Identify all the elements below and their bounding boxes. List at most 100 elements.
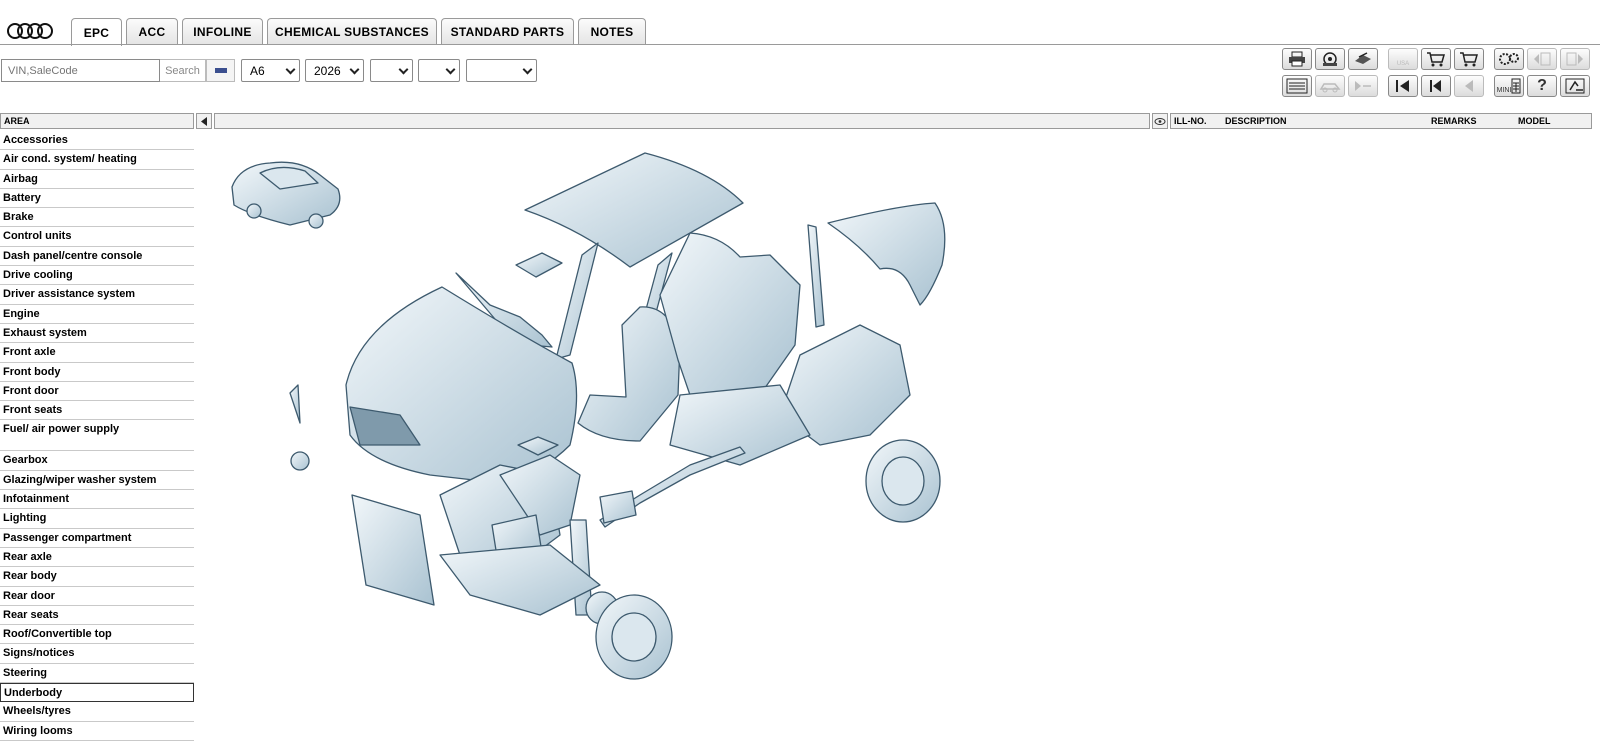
- model-select[interactable]: A6: [241, 59, 300, 82]
- area-item-infotainment[interactable]: Infotainment: [0, 490, 194, 510]
- triangle-left-icon: [200, 116, 207, 126]
- collapse-panel-button[interactable]: [196, 113, 212, 129]
- area-item-signs[interactable]: Signs/notices: [0, 644, 194, 664]
- exit-button[interactable]: [1560, 75, 1590, 97]
- area-item-air-cond[interactable]: Air cond. system/ heating: [0, 150, 194, 170]
- area-item-rear-body[interactable]: Rear body: [0, 567, 194, 587]
- exit-icon: [1565, 78, 1585, 94]
- model-header: MODEL: [1518, 116, 1551, 126]
- play-button[interactable]: [1348, 75, 1378, 97]
- exploded-vehicle-illustration[interactable]: [220, 145, 980, 705]
- area-item-front-body[interactable]: Front body: [0, 363, 194, 382]
- area-list: Accessories Air cond. system/ heating Ai…: [0, 131, 194, 741]
- flag-icon: [214, 68, 227, 73]
- vin-search-input[interactable]: [1, 59, 160, 82]
- area-item-accessories[interactable]: Accessories: [0, 131, 194, 151]
- area-item-dash-panel[interactable]: Dash panel/centre console: [0, 247, 194, 267]
- step-back-icon: [1430, 80, 1441, 92]
- back-button[interactable]: [1454, 75, 1484, 97]
- filter-select-5[interactable]: [466, 59, 537, 82]
- cd-icon: [1323, 52, 1337, 66]
- triangle-left-icon: [1465, 80, 1473, 92]
- area-item-fuel-air[interactable]: Fuel/ air power supply: [0, 420, 194, 452]
- area-item-glazing[interactable]: Glazing/wiper washer system: [0, 471, 194, 491]
- cart-add-button[interactable]: [1454, 48, 1484, 70]
- visibility-toggle[interactable]: [1152, 113, 1168, 129]
- help-button[interactable]: ?: [1527, 75, 1557, 97]
- control-unit-part: [515, 252, 563, 278]
- area-item-drive-cooling[interactable]: Drive cooling: [0, 266, 194, 286]
- search-button[interactable]: Search: [160, 59, 206, 82]
- main-tabs: EPC ACC INFOLINE CHEMICAL SUBSTANCES STA…: [71, 18, 646, 46]
- area-item-underbody[interactable]: Underbody: [0, 683, 194, 703]
- model-select-value: A6: [250, 63, 265, 78]
- vehicle-button[interactable]: [1315, 75, 1345, 97]
- tab-standard-parts[interactable]: STANDARD PARTS: [441, 18, 574, 45]
- area-item-front-seats[interactable]: Front seats: [0, 401, 194, 421]
- area-item-front-door[interactable]: Front door: [0, 382, 194, 402]
- area-item-exhaust[interactable]: Exhaust system: [0, 324, 194, 344]
- ill-no-header: ILL-NO.: [1174, 116, 1207, 126]
- tab-infoline[interactable]: INFOLINE: [182, 18, 263, 45]
- audi-logo: [7, 23, 53, 39]
- print-button[interactable]: [1282, 48, 1312, 70]
- area-item-airbag[interactable]: Airbag: [0, 170, 194, 189]
- chevron-down-icon: [398, 64, 409, 75]
- area-item-rear-door[interactable]: Rear door: [0, 587, 194, 606]
- skip-first-icon: [1396, 80, 1409, 92]
- tab-epc[interactable]: EPC: [71, 18, 122, 46]
- car-outline-icon: [1319, 83, 1341, 93]
- usa-button[interactable]: USA: [1388, 48, 1418, 70]
- next-page-button[interactable]: [1560, 48, 1590, 70]
- chevron-down-icon: [445, 64, 456, 75]
- tab-chemical-substances[interactable]: CHEMICAL SUBSTANCES: [267, 18, 437, 45]
- language-flag-button[interactable]: [206, 59, 235, 82]
- filter-select-3[interactable]: [370, 59, 413, 82]
- side-mirror: [289, 384, 301, 424]
- transfer-icon: [1355, 52, 1371, 64]
- area-item-driver-assistance[interactable]: Driver assistance system: [0, 285, 194, 305]
- area-column-header: AREA: [0, 113, 194, 129]
- back-step-button[interactable]: [1421, 75, 1451, 97]
- mini-calculator-button[interactable]: MINI: [1494, 75, 1524, 97]
- area-item-battery[interactable]: Battery: [0, 189, 194, 209]
- list-view-button[interactable]: [1282, 75, 1312, 97]
- chevron-down-icon: [349, 64, 360, 75]
- top-bar: EPC ACC INFOLINE CHEMICAL SUBSTANCES STA…: [0, 0, 1600, 46]
- tab-divider: [0, 44, 1600, 45]
- area-item-rear-axle[interactable]: Rear axle: [0, 548, 194, 568]
- illustration-header: [214, 113, 1150, 129]
- cart-icon: [1427, 52, 1445, 67]
- tab-acc[interactable]: ACC: [126, 18, 178, 45]
- area-item-control-units[interactable]: Control units: [0, 227, 194, 247]
- cart-button[interactable]: [1421, 48, 1451, 70]
- settings-button[interactable]: [1494, 48, 1524, 70]
- area-item-brake[interactable]: Brake: [0, 208, 194, 228]
- gear-icon: [1499, 53, 1519, 65]
- rear-shock: [807, 224, 825, 328]
- tab-notes[interactable]: NOTES: [578, 18, 646, 45]
- area-item-passenger-compartment[interactable]: Passenger compartment: [0, 529, 194, 548]
- area-item-wheels[interactable]: Wheels/tyres: [0, 702, 194, 722]
- area-item-lighting[interactable]: Lighting: [0, 509, 194, 529]
- area-item-front-axle[interactable]: Front axle: [0, 343, 194, 363]
- area-item-steering[interactable]: Steering: [0, 664, 194, 684]
- year-select[interactable]: 2026: [305, 59, 364, 82]
- printer-icon: [1289, 51, 1305, 67]
- area-item-roof[interactable]: Roof/Convertible top: [0, 625, 194, 645]
- area-item-gearbox[interactable]: Gearbox: [0, 451, 194, 471]
- area-item-wiring[interactable]: Wiring looms: [0, 722, 194, 741]
- transfer-button[interactable]: [1348, 48, 1378, 70]
- first-button[interactable]: [1388, 75, 1418, 97]
- area-item-engine[interactable]: Engine: [0, 305, 194, 324]
- disc-button[interactable]: [1315, 48, 1345, 70]
- chevron-down-icon: [522, 64, 533, 75]
- remarks-header: REMARKS: [1431, 116, 1477, 126]
- filter-select-4[interactable]: [418, 59, 460, 82]
- page-back-icon: [1534, 52, 1551, 66]
- area-item-rear-seats[interactable]: Rear seats: [0, 606, 194, 626]
- rear-rim: [881, 456, 925, 506]
- cart-arrow-icon: [1460, 52, 1478, 67]
- previous-page-button[interactable]: [1527, 48, 1557, 70]
- help-label: ?: [1537, 77, 1547, 94]
